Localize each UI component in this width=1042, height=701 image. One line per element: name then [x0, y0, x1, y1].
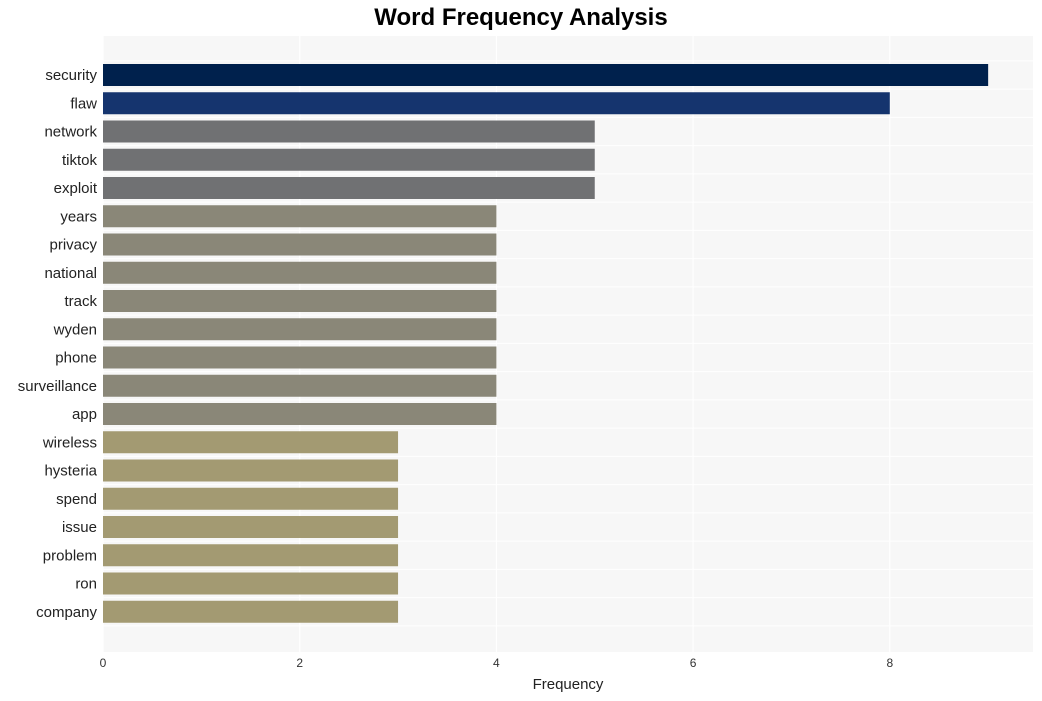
bar-years [103, 205, 497, 228]
bar-wyden [103, 318, 497, 341]
bar-track [103, 290, 497, 312]
category-label-company: company [36, 604, 97, 621]
category-label-network: network [44, 124, 97, 141]
category-label-national: national [44, 265, 97, 282]
category-label-spend: spend [56, 491, 97, 508]
bar-hysteria [103, 459, 399, 482]
category-label-exploit: exploit [54, 180, 98, 197]
bar-spend [103, 487, 399, 510]
bar-app [103, 403, 497, 425]
bar-company [103, 600, 399, 623]
bar-issue [103, 516, 399, 538]
category-label-phone: phone [55, 350, 97, 367]
bar-security [103, 64, 989, 86]
category-label-wireless: wireless [42, 434, 97, 451]
bar-surveillance [103, 374, 497, 397]
category-label-problem: problem [43, 547, 97, 564]
bar-exploit [103, 177, 595, 199]
category-label-issue: issue [62, 519, 97, 536]
category-label-security: security [45, 67, 97, 84]
category-label-app: app [72, 406, 97, 423]
bar-problem [103, 544, 399, 567]
x-tick-label: 0 [100, 656, 107, 670]
bar-flaw [103, 92, 890, 115]
bar-network [103, 120, 595, 143]
x-axis-title: Frequency [533, 676, 604, 693]
bar-wireless [103, 431, 399, 454]
bar-privacy [103, 233, 497, 256]
bar-tiktok [103, 148, 595, 171]
category-label-years: years [60, 208, 97, 225]
category-label-flaw: flaw [70, 95, 97, 112]
category-label-tiktok: tiktok [62, 152, 98, 169]
bar-chart: security flaw network tiktok exploit years pri… [18, 36, 1033, 693]
category-label-surveillance: surveillance [18, 378, 97, 395]
x-tick-label: 2 [296, 656, 303, 670]
category-label-track: track [64, 293, 97, 310]
bar-national [103, 261, 497, 284]
x-tick-labels: 0 2 4 6 8 [100, 656, 894, 670]
x-tick-label: 6 [690, 656, 697, 670]
category-label-ron: ron [75, 576, 97, 593]
x-tick-label: 8 [886, 656, 893, 670]
category-labels: security flaw network tiktok exploit years pri… [18, 67, 98, 621]
x-tick-label: 4 [493, 656, 500, 670]
category-label-hysteria: hysteria [44, 463, 97, 480]
bar-phone [103, 346, 497, 369]
category-label-privacy: privacy [49, 237, 97, 254]
category-label-wyden: wyden [53, 321, 97, 338]
bar-ron [103, 572, 399, 595]
